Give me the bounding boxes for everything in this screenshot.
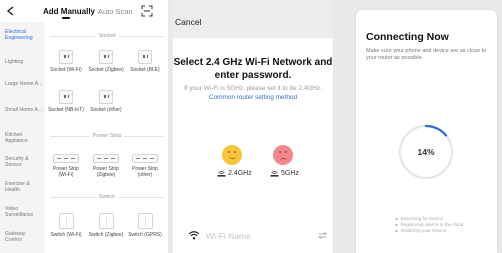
chevron-left-icon[interactable] — [6, 6, 15, 16]
category-electrical-engineering[interactable]: Electrical Engineering — [5, 29, 43, 41]
add-device-screen: Add Manually Auto Scan Electrical Engine… — [0, 0, 168, 253]
connecting-subtitle: Make sure your phone and device are as c… — [366, 48, 487, 61]
device-switch-gprs[interactable]: Switch (GPRS) — [127, 213, 163, 238]
device-socket-ble[interactable]: Socket (BLE) — [127, 50, 163, 73]
category-large-home-appliances[interactable]: Large Home A... — [5, 81, 43, 87]
device-socket-zigbee[interactable]: Socket (Zigbee) — [88, 50, 124, 73]
device-socket-wifi[interactable]: Socket (Wi-Fi) — [48, 50, 84, 73]
progress-percent: 14% — [417, 147, 435, 157]
socket-icon — [59, 50, 73, 64]
device-socket-other[interactable]: Socket (other) — [88, 90, 124, 113]
band-label-2-4ghz: 2.4GHz — [217, 170, 252, 177]
socket-icon — [99, 90, 113, 104]
category-gateway-control[interactable]: Gateway Control — [5, 231, 43, 243]
scan-frame-icon[interactable] — [141, 5, 153, 17]
wifi-setup-header: Cancel — [173, 0, 333, 38]
wifi-icon — [188, 231, 200, 240]
category-exercise-health[interactable]: Exercise & Health — [5, 181, 43, 193]
device-switch-wifi[interactable]: Switch (Wi-Fi) — [48, 213, 84, 238]
tab-add-manually[interactable]: Add Manually — [43, 7, 95, 16]
category-security-sensor[interactable]: Security & Sensor — [5, 156, 43, 168]
sad-face-icon — [273, 145, 293, 165]
wifi-setup-screen: Cancel Select 2.4 GHz Wi-Fi Network and … — [173, 0, 333, 253]
wifi-name-field — [173, 228, 333, 246]
connecting-screen: Connecting Now Make sure your phone and … — [356, 10, 497, 253]
device-switch-zigbee[interactable]: Switch (Zigbee) — [88, 213, 124, 238]
wifi-band-hint: If your Wi-Fi is 5GHz, please set it to … — [184, 85, 322, 101]
band-label-5ghz: 5GHz — [270, 170, 299, 177]
wall-switch-icon — [58, 213, 74, 229]
smile-face-icon — [222, 145, 242, 165]
swap-arrows-icon[interactable] — [318, 232, 327, 239]
power-strip-icon — [93, 154, 119, 163]
page-title: Select 2.4 GHz Wi-Fi Network and enter p… — [173, 57, 333, 81]
connection-steps: Searching for Device Registering device … — [395, 216, 463, 234]
category-sidebar: Electrical Engineering Lighting Large Ho… — [0, 22, 45, 253]
wifi-name-input[interactable] — [206, 229, 311, 243]
router-setting-link[interactable]: Common router setting method — [209, 94, 297, 101]
section-title-switch: Switch — [50, 193, 165, 201]
socket-icon — [59, 90, 73, 104]
page-title: Connecting Now — [366, 31, 449, 43]
wall-switch-icon — [137, 213, 153, 229]
category-kitchen-appliance[interactable]: Kitchen Appliance — [5, 132, 43, 144]
socket-icon — [99, 50, 113, 64]
category-lighting[interactable]: Lighting — [5, 59, 43, 65]
add-device-header: Add Manually Auto Scan — [0, 0, 168, 22]
router-icon — [217, 171, 226, 177]
category-video-surveillance[interactable]: Video Surveillance — [5, 206, 43, 218]
section-title-socket: Socket — [50, 32, 165, 40]
wall-switch-icon — [98, 213, 114, 229]
step-initializing: Initializing your Device — [395, 228, 463, 234]
socket-icon — [138, 50, 152, 64]
device-power-strip-wifi[interactable]: Power Strip (Wi-Fi) — [48, 154, 84, 178]
active-tab-indicator — [62, 17, 70, 19]
device-power-strip-zigbee[interactable]: Power Strip (Zigbee) — [88, 154, 124, 178]
category-small-home-appliances[interactable]: Small Home A... — [5, 107, 43, 113]
router-icon — [270, 171, 279, 177]
power-strip-icon — [53, 154, 79, 163]
power-strip-icon — [132, 154, 158, 163]
section-title-power-strip: Power Strip — [50, 132, 165, 140]
device-socket-nb-iot[interactable]: Socket (NB-IoT) — [48, 90, 84, 113]
tab-auto-scan[interactable]: Auto Scan — [98, 7, 133, 16]
device-power-strip-other[interactable]: Power Strip (other) — [127, 154, 163, 178]
cancel-button[interactable]: Cancel — [175, 17, 201, 27]
